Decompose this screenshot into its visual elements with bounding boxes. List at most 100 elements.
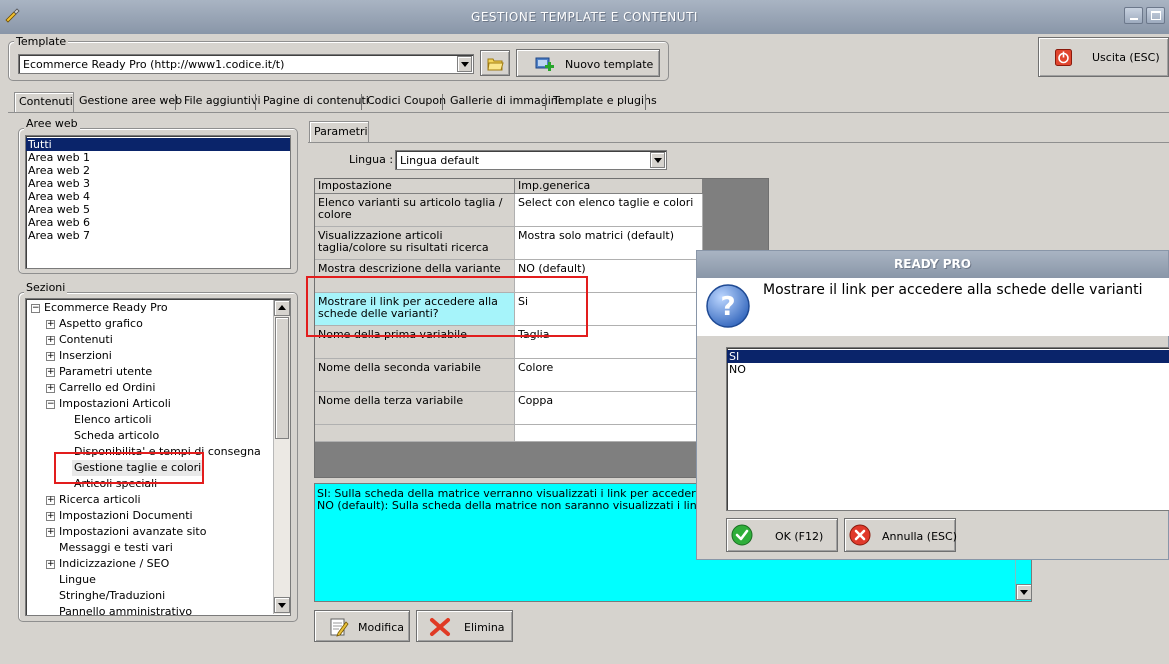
tree-node-lingue[interactable]: Lingue [59,572,96,588]
tab-separator [442,94,443,110]
tab-parametri[interactable]: Parametri [309,121,369,142]
grid-cell-value[interactable]: Select con elenco taglie e colori [515,194,703,227]
list-item[interactable]: Area web 1 [26,151,290,164]
list-item[interactable]: Area web 7 [26,229,290,242]
open-folder-button[interactable] [480,50,510,76]
window-title: GESTIONE TEMPLATE E CONTENUTI [471,10,698,24]
grid-cell-value[interactable]: Coppa [515,392,703,425]
new-template-icon [535,57,554,71]
collapse-icon[interactable]: − [31,304,40,313]
svg-text:?: ? [720,292,735,322]
grid-cell-value[interactable]: Mostra solo matrici (default) [515,227,703,260]
option-si[interactable]: SI [727,350,1169,363]
grid-cell-setting[interactable] [315,425,515,442]
grid-cell-value[interactable] [515,425,703,442]
question-icon: ? [706,284,750,328]
expand-icon[interactable]: + [46,368,55,377]
template-select[interactable]: Ecommerce Ready Pro (http://www1.codice.… [18,54,474,74]
parametri-panel-border [308,142,1169,143]
tab-template-e-plugins[interactable]: Template e plugins [549,92,661,112]
tab-codici-coupon[interactable]: Codici Coupon [363,92,450,112]
collapse-icon[interactable]: − [46,400,55,409]
scroll-thumb[interactable] [275,317,289,439]
tab-separator [645,94,646,110]
ok-button[interactable]: OK (F12) [726,518,838,552]
maximize-button[interactable] [1146,7,1165,24]
highlight-box-grid [306,276,588,337]
scroll-up-icon[interactable] [274,300,290,316]
aree-web-list[interactable]: Tutti Area web 1 Area web 2 Area web 3 A… [25,135,291,269]
tab-file-aggiuntivi[interactable]: File aggiuntivi [180,92,265,112]
tab-separator [545,94,546,110]
scroll-down-icon[interactable] [274,597,290,613]
tab-separator [255,94,256,110]
expand-icon[interactable]: + [46,336,55,345]
check-icon [731,524,753,546]
list-item[interactable]: Area web 6 [26,216,290,229]
chevron-down-icon[interactable] [457,56,472,72]
scroll-down-icon[interactable] [1016,584,1031,600]
tab-panel-border [8,112,1169,113]
dialog-question: Mostrare il link per accedere alla sched… [763,282,1143,298]
expand-icon[interactable]: + [46,320,55,329]
aree-web-label: Aree web [24,117,80,130]
list-item[interactable]: Area web 3 [26,177,290,190]
confirm-dialog: READY PRO ? Mostrare il link per acceder… [696,250,1169,560]
maximize-icon [1151,11,1161,20]
modify-button[interactable]: Modifica [314,610,410,642]
list-item[interactable]: Area web 5 [26,203,290,216]
grid-cell-setting[interactable]: Elenco varianti su articolo taglia / col… [315,194,515,227]
expand-icon[interactable]: + [46,352,55,361]
tab-separator [361,94,362,110]
expand-icon[interactable]: + [46,384,55,393]
list-item[interactable]: Tutti [26,138,290,151]
tree-node-messaggi-e-testi-vari[interactable]: Messaggi e testi vari [59,540,173,556]
option-no[interactable]: NO [727,363,1169,376]
template-group-label: Template [14,35,69,48]
grid-cell-value[interactable]: Colore [515,359,703,392]
list-item[interactable]: Area web 2 [26,164,290,177]
grid-cell-setting[interactable]: Visualizzazione articoli taglia/colore s… [315,227,515,260]
new-template-label: Nuovo template [565,58,654,71]
lingua-select-value: Lingua default [400,154,480,167]
lingua-select[interactable]: Lingua default [395,150,667,170]
template-select-value: Ecommerce Ready Pro (http://www1.codice.… [23,58,285,71]
tree-scrollbar[interactable] [273,300,290,614]
grid-cell-setting[interactable]: Nome della terza variabile [315,392,515,425]
highlight-box-tree [54,452,204,484]
delete-button[interactable]: Elimina [416,610,513,642]
tree-node-pannello-amministrativo[interactable]: Pannello amministrativo [59,604,192,615]
cancel-button[interactable]: Annulla (ESC) [844,518,957,552]
edit-icon [330,618,349,637]
list-item[interactable]: Area web 4 [26,190,290,203]
tab-gallerie-di-immagini[interactable]: Gallerie di immagini [446,92,565,112]
minimize-button[interactable] [1124,7,1143,24]
exit-label: Uscita (ESC) [1092,51,1160,64]
chevron-down-icon[interactable] [650,152,665,168]
modify-label: Modifica [358,621,404,634]
sezioni-label: Sezioni [24,281,68,294]
grid-cell-setting[interactable]: Nome della seconda variabile [315,359,515,392]
tab-contenuti[interactable]: Contenuti [14,92,74,112]
dialog-options-list[interactable]: SI NO [726,347,1169,511]
exit-button[interactable]: Uscita (ESC) [1038,37,1169,77]
tree-node-scheda-articolo[interactable]: Scheda articolo [74,428,159,444]
delete-icon [430,618,450,636]
power-icon [1055,49,1072,66]
expand-icon[interactable]: + [46,528,55,537]
tab-separator [175,94,176,110]
cancel-icon [849,524,871,546]
tree-node-elenco-articoli[interactable]: Elenco articoli [74,412,152,428]
grid-header-imp-generica: Imp.generica [515,179,703,194]
expand-icon[interactable]: + [46,496,55,505]
cancel-label: Annulla (ESC) [882,530,957,543]
grid-header-impostazione: Impostazione [315,179,515,194]
expand-icon[interactable]: + [46,512,55,521]
tab-pagine-di-contenuti[interactable]: Pagine di contenuti [259,92,373,112]
new-template-button[interactable]: Nuovo template [516,49,660,77]
expand-icon[interactable]: + [46,560,55,569]
dialog-title: READY PRO [697,251,1168,278]
tree-node-stringhe-traduzioni[interactable]: Stringhe/Traduzioni [59,588,165,604]
tab-gestione-aree-web[interactable]: Gestione aree web [75,92,186,112]
folder-icon [487,58,504,71]
